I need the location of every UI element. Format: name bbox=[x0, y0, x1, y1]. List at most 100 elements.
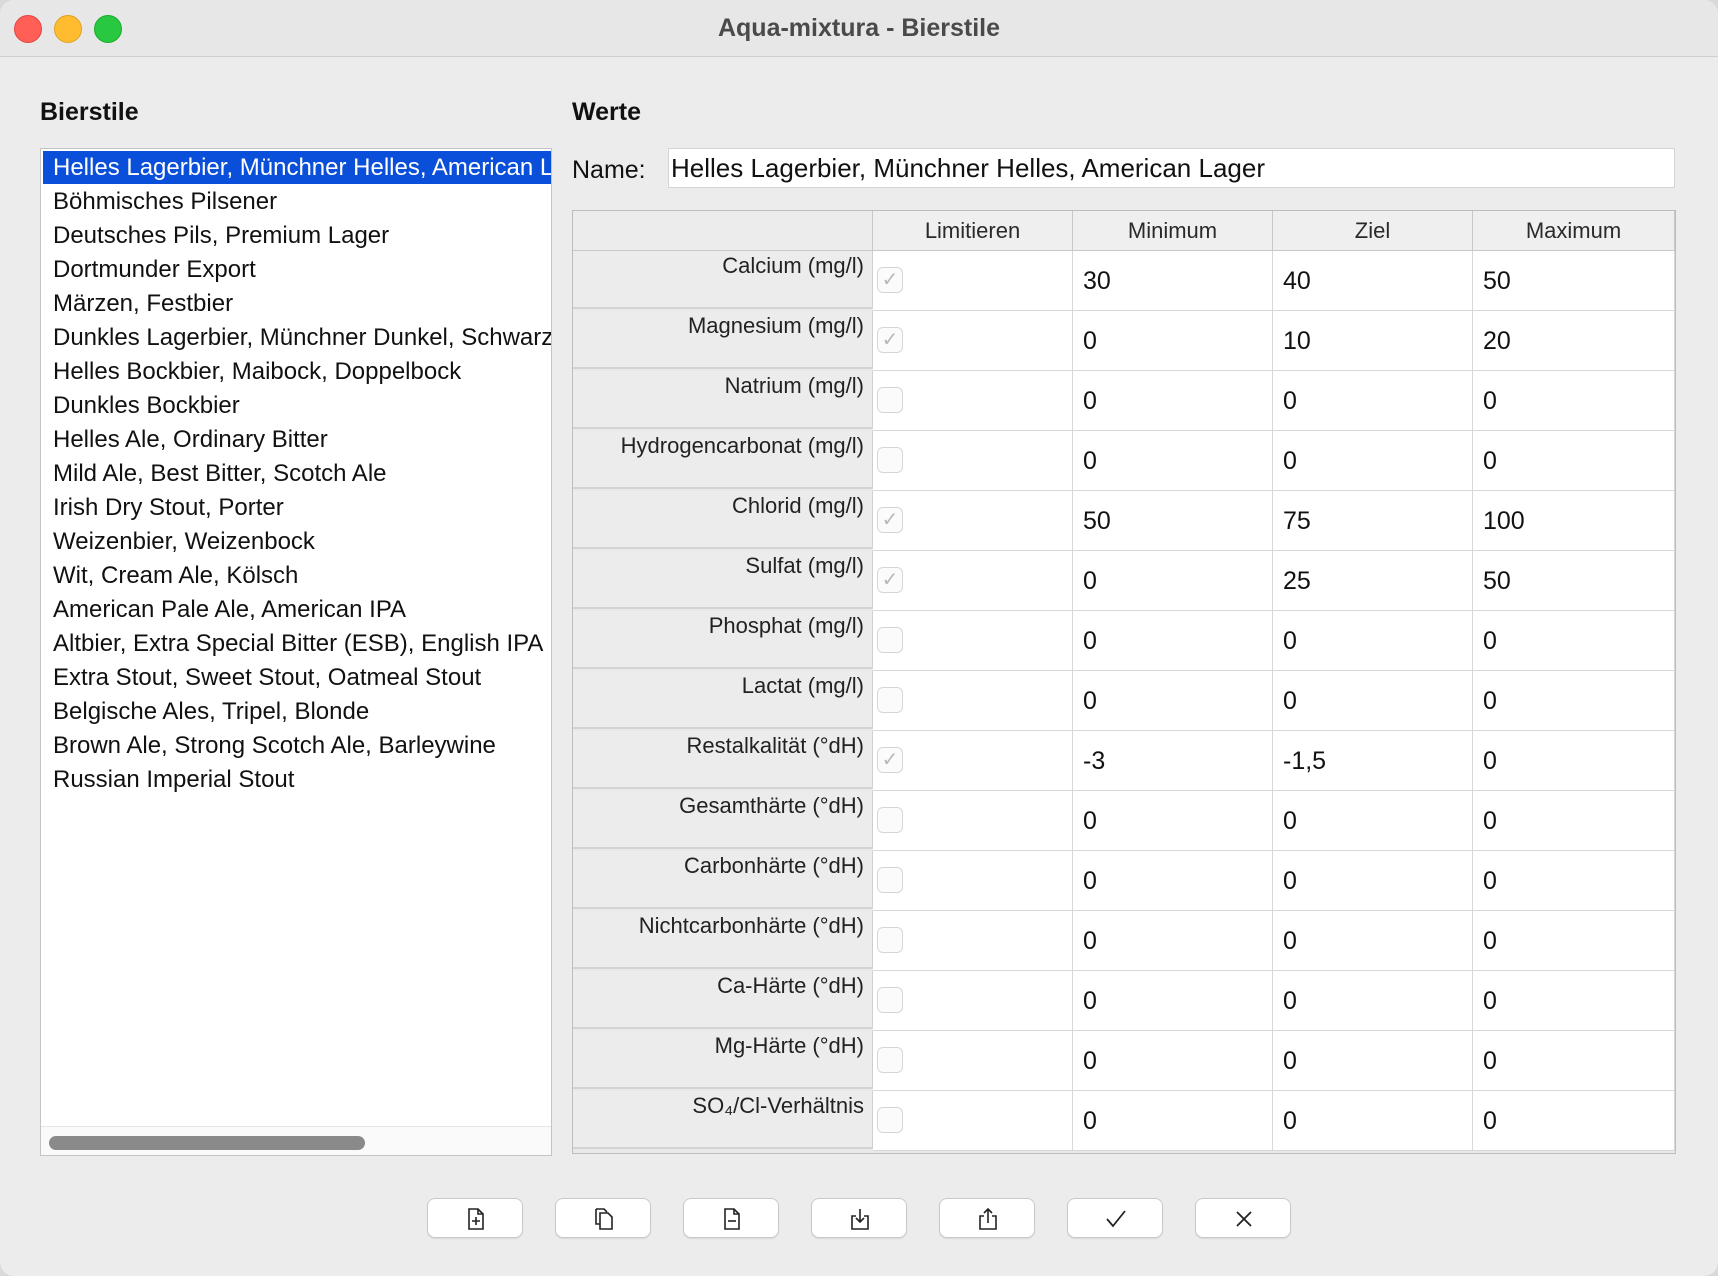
style-list-item[interactable]: Brown Ale, Strong Scotch Ale, Barleywine bbox=[43, 729, 551, 762]
minimum-cell[interactable]: 0 bbox=[1073, 431, 1273, 491]
export-button[interactable] bbox=[939, 1198, 1035, 1238]
maximum-cell[interactable]: 0 bbox=[1473, 731, 1675, 791]
target-cell[interactable]: 25 bbox=[1273, 551, 1473, 611]
import-button[interactable] bbox=[811, 1198, 907, 1238]
maximum-cell[interactable]: 0 bbox=[1473, 971, 1675, 1031]
maximum-cell[interactable]: 50 bbox=[1473, 251, 1675, 311]
minimum-cell[interactable]: 0 bbox=[1073, 791, 1273, 851]
limit-checkbox[interactable] bbox=[877, 927, 903, 953]
maximum-cell[interactable]: 0 bbox=[1473, 851, 1675, 911]
target-cell[interactable]: 40 bbox=[1273, 251, 1473, 311]
minimum-cell[interactable]: 0 bbox=[1073, 1091, 1273, 1151]
style-list-item[interactable]: American Pale Ale, American IPA bbox=[43, 593, 551, 626]
horizontal-scrollbar[interactable] bbox=[41, 1126, 551, 1155]
limit-checkbox[interactable]: ✓ bbox=[877, 327, 903, 353]
style-list-item[interactable]: Dortmunder Export bbox=[43, 253, 551, 286]
style-list-item[interactable]: Wit, Cream Ale, Kölsch bbox=[43, 559, 551, 592]
row-header: Mg-Härte (°dH) bbox=[573, 1031, 873, 1089]
target-cell[interactable]: 0 bbox=[1273, 851, 1473, 911]
minimum-cell[interactable]: 0 bbox=[1073, 851, 1273, 911]
new-style-button[interactable] bbox=[427, 1198, 523, 1238]
minimum-cell[interactable]: 30 bbox=[1073, 251, 1273, 311]
style-list-item[interactable]: Mild Ale, Best Bitter, Scotch Ale bbox=[43, 457, 551, 490]
accept-button[interactable] bbox=[1067, 1198, 1163, 1238]
style-list-item[interactable]: Belgische Ales, Tripel, Blonde bbox=[43, 695, 551, 728]
style-list-item[interactable]: Irish Dry Stout, Porter bbox=[43, 491, 551, 524]
delete-style-button[interactable] bbox=[683, 1198, 779, 1238]
limit-checkbox[interactable]: ✓ bbox=[877, 747, 903, 773]
limit-checkbox[interactable] bbox=[877, 987, 903, 1013]
minimum-cell[interactable]: -3 bbox=[1073, 731, 1273, 791]
column-header-limit[interactable]: Limitieren bbox=[873, 211, 1073, 251]
cancel-button[interactable] bbox=[1195, 1198, 1291, 1238]
limit-checkbox[interactable] bbox=[877, 447, 903, 473]
limit-checkbox[interactable] bbox=[877, 687, 903, 713]
target-cell[interactable]: 0 bbox=[1273, 791, 1473, 851]
target-cell[interactable]: 0 bbox=[1273, 371, 1473, 431]
maximum-cell[interactable]: 0 bbox=[1473, 371, 1675, 431]
limit-checkbox[interactable] bbox=[877, 1047, 903, 1073]
column-header-target[interactable]: Ziel bbox=[1273, 211, 1473, 251]
style-list-item[interactable]: Dunkles Bockbier bbox=[43, 389, 551, 422]
target-cell[interactable]: 0 bbox=[1273, 611, 1473, 671]
column-header-minimum[interactable]: Minimum bbox=[1073, 211, 1273, 251]
target-cell[interactable]: 0 bbox=[1273, 971, 1473, 1031]
target-cell[interactable]: 0 bbox=[1273, 431, 1473, 491]
style-list-item[interactable]: Weizenbier, Weizenbock bbox=[43, 525, 551, 558]
limit-checkbox[interactable] bbox=[877, 627, 903, 653]
minimum-cell[interactable]: 0 bbox=[1073, 551, 1273, 611]
row-header: Sulfat (mg/l) bbox=[573, 551, 873, 609]
maximum-cell[interactable]: 50 bbox=[1473, 551, 1675, 611]
style-list[interactable]: Helles Lagerbier, Münchner Helles, Ameri… bbox=[40, 148, 552, 1156]
maximum-cell[interactable]: 0 bbox=[1473, 1031, 1675, 1091]
style-list-item[interactable]: Helles Ale, Ordinary Bitter bbox=[43, 423, 551, 456]
target-cell[interactable]: 0 bbox=[1273, 1031, 1473, 1091]
target-cell[interactable]: 0 bbox=[1273, 911, 1473, 971]
minimum-cell[interactable]: 50 bbox=[1073, 491, 1273, 551]
minimum-cell[interactable]: 0 bbox=[1073, 611, 1273, 671]
limit-checkbox[interactable]: ✓ bbox=[877, 567, 903, 593]
maximum-cell[interactable]: 0 bbox=[1473, 431, 1675, 491]
minimum-cell[interactable]: 0 bbox=[1073, 671, 1273, 731]
target-cell[interactable]: 0 bbox=[1273, 671, 1473, 731]
name-input[interactable] bbox=[668, 148, 1675, 188]
limit-checkbox[interactable] bbox=[877, 1107, 903, 1133]
checkmark-icon: ✓ bbox=[881, 269, 899, 291]
minimum-cell[interactable]: 0 bbox=[1073, 311, 1273, 371]
limit-checkbox[interactable] bbox=[877, 807, 903, 833]
maximum-cell[interactable]: 0 bbox=[1473, 791, 1675, 851]
target-cell[interactable]: -1,5 bbox=[1273, 731, 1473, 791]
maximum-cell[interactable]: 0 bbox=[1473, 1091, 1675, 1151]
limit-checkbox[interactable]: ✓ bbox=[877, 507, 903, 533]
row-header: Ca-Härte (°dH) bbox=[573, 971, 873, 1029]
minimum-cell[interactable]: 0 bbox=[1073, 911, 1273, 971]
table-row: Nichtcarbonhärte (°dH) 0 0 0 bbox=[573, 911, 1675, 971]
style-list-item[interactable]: Märzen, Festbier bbox=[43, 287, 551, 320]
duplicate-style-button[interactable] bbox=[555, 1198, 651, 1238]
scrollbar-thumb[interactable] bbox=[49, 1136, 365, 1150]
maximum-cell[interactable]: 100 bbox=[1473, 491, 1675, 551]
maximum-cell[interactable]: 0 bbox=[1473, 611, 1675, 671]
maximum-cell[interactable]: 20 bbox=[1473, 311, 1675, 371]
style-list-item[interactable]: Deutsches Pils, Premium Lager bbox=[43, 219, 551, 252]
column-header-maximum[interactable]: Maximum bbox=[1473, 211, 1675, 251]
style-list-item[interactable]: Russian Imperial Stout bbox=[43, 763, 551, 796]
style-list-item[interactable]: Dunkles Lagerbier, Münchner Dunkel, Schw… bbox=[43, 321, 551, 354]
maximum-cell[interactable]: 0 bbox=[1473, 911, 1675, 971]
limit-checkbox[interactable] bbox=[877, 387, 903, 413]
limit-checkbox[interactable]: ✓ bbox=[877, 267, 903, 293]
style-list-item[interactable]: Extra Stout, Sweet Stout, Oatmeal Stout bbox=[43, 661, 551, 694]
style-list-item[interactable]: Altbier, Extra Special Bitter (ESB), Eng… bbox=[43, 627, 551, 660]
minimum-cell[interactable]: 0 bbox=[1073, 371, 1273, 431]
target-cell[interactable]: 10 bbox=[1273, 311, 1473, 371]
target-cell[interactable]: 75 bbox=[1273, 491, 1473, 551]
maximum-cell[interactable]: 0 bbox=[1473, 671, 1675, 731]
target-cell[interactable]: 0 bbox=[1273, 1091, 1473, 1151]
table-row: Phosphat (mg/l) 0 0 0 bbox=[573, 611, 1675, 671]
style-list-item[interactable]: Helles Lagerbier, Münchner Helles, Ameri… bbox=[43, 151, 551, 184]
style-list-item[interactable]: Helles Bockbier, Maibock, Doppelbock bbox=[43, 355, 551, 388]
minimum-cell[interactable]: 0 bbox=[1073, 1031, 1273, 1091]
limit-checkbox[interactable] bbox=[877, 867, 903, 893]
style-list-item[interactable]: Böhmisches Pilsener bbox=[43, 185, 551, 218]
minimum-cell[interactable]: 0 bbox=[1073, 971, 1273, 1031]
